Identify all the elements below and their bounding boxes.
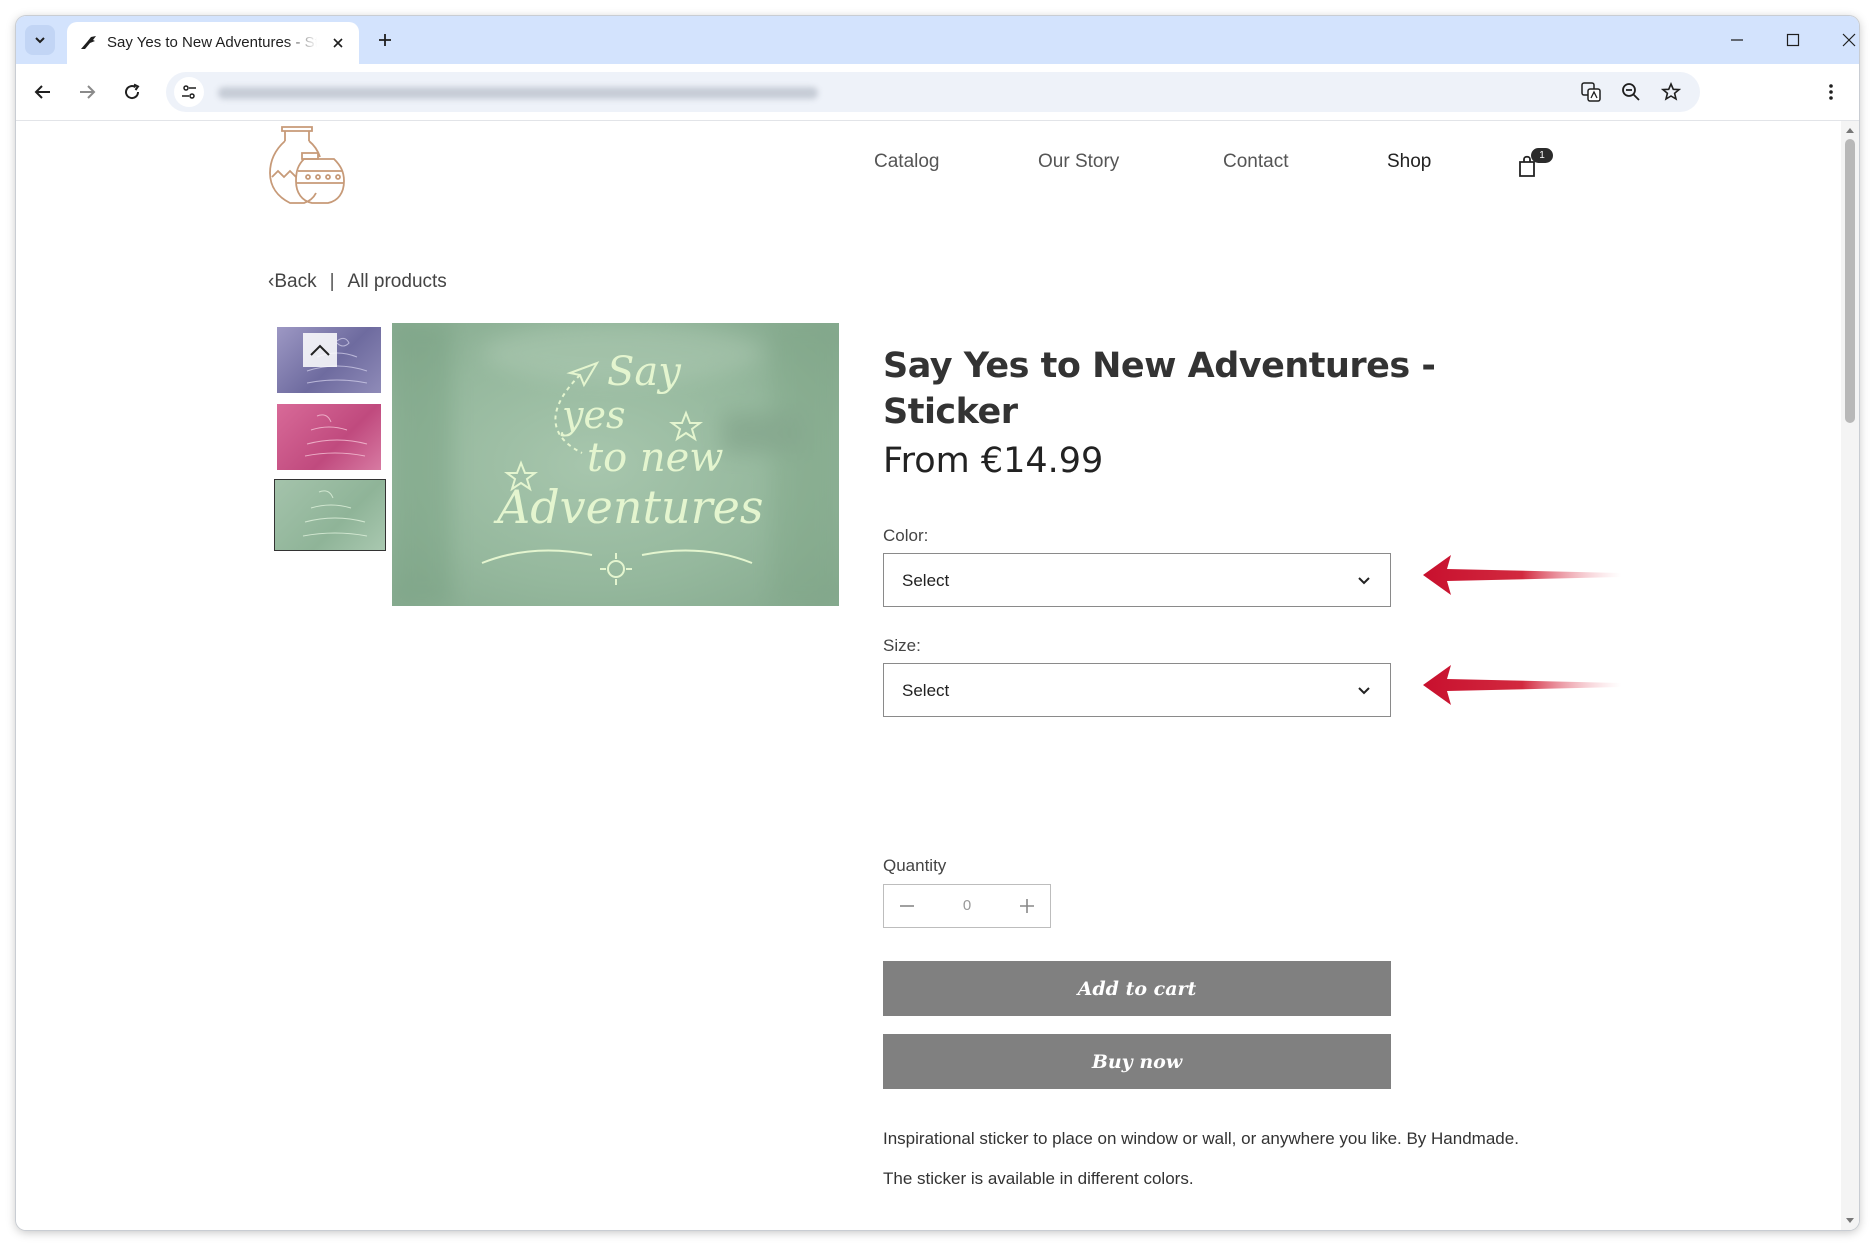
cart-button[interactable]: 1	[1516, 148, 1556, 178]
quantity-increase-button[interactable]	[1014, 893, 1040, 919]
sticker-lettering-icon	[302, 490, 368, 537]
plus-icon	[1020, 899, 1034, 913]
color-select[interactable]: Select	[883, 553, 1391, 607]
page-viewport: Catalog Our Story Contact Shop 1 ‹Back |…	[16, 121, 1859, 1230]
plus-icon	[379, 34, 391, 46]
chevron-down-icon	[35, 37, 45, 44]
bird-favicon-icon	[81, 36, 96, 49]
minimize-button[interactable]	[1719, 26, 1755, 54]
kebab-menu-icon	[1829, 84, 1833, 100]
color-label: Color:	[883, 526, 929, 545]
minus-icon	[900, 905, 914, 907]
size-select[interactable]: Select	[883, 663, 1391, 717]
close-icon	[1842, 33, 1856, 47]
tune-icon	[182, 85, 196, 99]
new-tab-button[interactable]	[371, 26, 399, 54]
site-info-button[interactable]	[174, 77, 204, 107]
buy-now-button[interactable]: Buy now	[883, 1034, 1391, 1089]
chevron-up-icon	[310, 344, 330, 356]
vase-logo-icon[interactable]	[268, 125, 346, 207]
translate-icon[interactable]	[1576, 77, 1606, 107]
thumbnail-scroll-up-button[interactable]	[303, 333, 337, 367]
url-text-blurred	[218, 87, 818, 99]
product-price: From €14.99	[883, 441, 1104, 481]
zoom-icon[interactable]	[1616, 77, 1646, 107]
size-label: Size:	[883, 636, 921, 655]
chevron-down-icon	[1358, 577, 1370, 585]
minimize-icon	[1731, 39, 1743, 41]
product-description-line-1: Inspirational sticker to place on window…	[883, 1129, 1519, 1148]
all-products-link[interactable]: All products	[348, 271, 447, 293]
browser-menu-button[interactable]	[1816, 77, 1846, 107]
close-icon[interactable]	[327, 32, 349, 54]
bookmark-star-icon[interactable]	[1656, 77, 1686, 107]
image-text-yes: yes	[560, 393, 625, 437]
browser-toolbar	[16, 64, 1859, 121]
page-scrollbar[interactable]	[1841, 121, 1859, 1230]
quantity-input[interactable]: 0	[934, 897, 1000, 914]
close-window-button[interactable]	[1831, 26, 1859, 54]
breadcrumb-separator: |	[329, 271, 335, 292]
annotation-arrow-icon	[1423, 555, 1621, 595]
color-select-value: Select	[902, 571, 950, 590]
back-button[interactable]	[28, 77, 58, 107]
reload-button[interactable]	[117, 77, 147, 107]
thumbnail-pink[interactable]	[277, 404, 381, 470]
product-description-line-2: The sticker is available in different co…	[883, 1169, 1194, 1188]
maximize-button[interactable]	[1775, 26, 1811, 54]
arrow-left-icon	[34, 85, 50, 99]
tab-title: Say Yes to New Adventures - Sticker	[107, 34, 317, 51]
breadcrumb: ‹Back | All products	[268, 271, 447, 293]
image-text-to-new: to new	[587, 435, 724, 481]
quantity-decrease-button[interactable]	[894, 893, 920, 919]
chevron-down-icon	[1358, 687, 1370, 695]
add-to-cart-button[interactable]: Add to cart	[883, 961, 1391, 1016]
size-select-value: Select	[902, 681, 950, 700]
nav-contact[interactable]: Contact	[1223, 151, 1288, 173]
address-bar[interactable]	[166, 72, 1700, 112]
reload-icon	[125, 83, 140, 100]
browser-window: Say Yes to New Adventures - Sticker	[16, 16, 1859, 1230]
annotation-arrow-icon	[1423, 665, 1621, 705]
nav-catalog[interactable]: Catalog	[874, 151, 940, 173]
sticker-lettering-icon	[304, 414, 368, 457]
maximize-icon	[1786, 33, 1800, 47]
tab-strip: Say Yes to New Adventures - Sticker	[16, 16, 1859, 64]
image-text-adventures: Adventures	[493, 480, 763, 534]
scrollbar-thumb[interactable]	[1845, 139, 1855, 423]
forward-button[interactable]	[72, 77, 102, 107]
back-link[interactable]: ‹Back	[268, 271, 317, 293]
scroll-up-arrow-icon[interactable]	[1845, 125, 1855, 135]
quantity-label: Quantity	[883, 856, 947, 875]
product-main-image[interactable]: Say yes to new Adventures	[392, 323, 839, 606]
cart-count-badge: 1	[1531, 148, 1553, 163]
nav-our-story[interactable]: Our Story	[1038, 151, 1119, 173]
sticker-image: Say yes to new Adventures	[392, 323, 839, 606]
product-title: Say Yes to New Adventures - Sticker	[883, 346, 1436, 432]
nav-shop[interactable]: Shop	[1387, 151, 1431, 173]
scroll-down-arrow-icon[interactable]	[1845, 1216, 1855, 1226]
thumbnail-green-selected[interactable]	[274, 479, 386, 551]
arrow-right-icon	[80, 85, 96, 99]
image-text-say: Say	[607, 349, 682, 395]
tab-active[interactable]: Say Yes to New Adventures - Sticker	[67, 22, 359, 64]
quantity-stepper: 0	[883, 884, 1051, 928]
tab-search-button[interactable]	[25, 25, 55, 55]
